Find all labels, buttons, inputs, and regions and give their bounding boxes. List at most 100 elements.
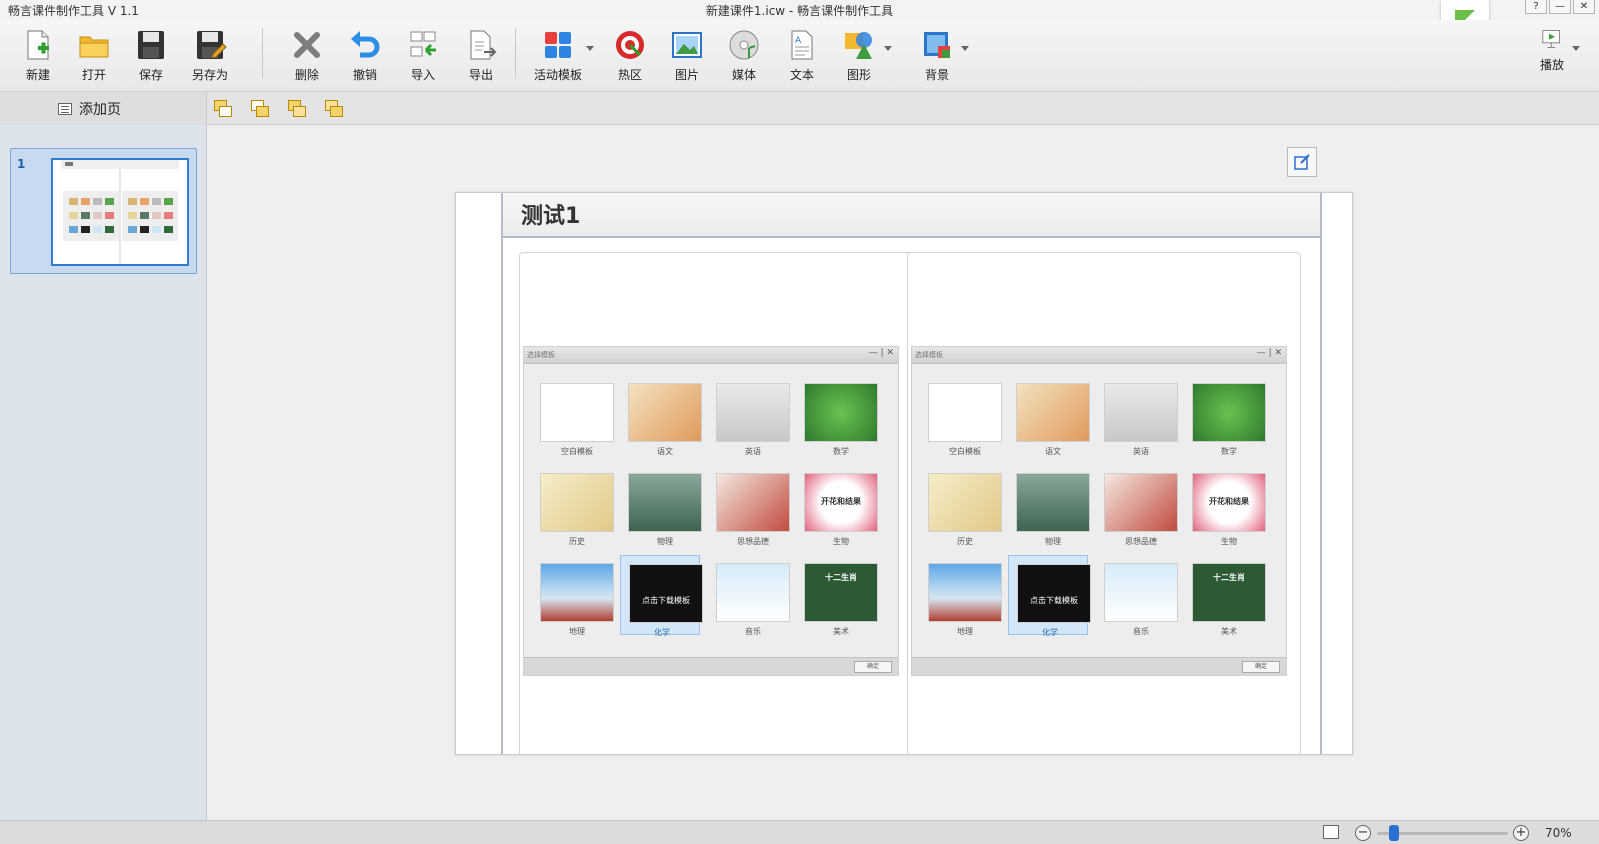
shape-dropdown[interactable]	[884, 46, 892, 51]
screenshot-window-controls: — | ✕	[1256, 348, 1282, 358]
picture-label: 图片	[674, 68, 699, 82]
slide-title[interactable]: 测试1	[521, 198, 580, 230]
text-document-icon: A	[791, 30, 813, 60]
bring-forward-icon[interactable]	[286, 98, 308, 120]
bring-to-front-icon[interactable]	[212, 98, 234, 120]
banner-text: 开花和结果	[1209, 497, 1249, 506]
save-as-icon	[197, 31, 227, 59]
toolbar-divider	[515, 28, 516, 78]
activity-template-dropdown[interactable]	[586, 46, 594, 51]
screenshot-title: 选择模板	[527, 351, 555, 359]
zoom-in-button[interactable]: +	[1513, 825, 1529, 841]
template-screenshot-left: 选择模板 — | ✕ 空白模板 语文 英语 数学 历史 物理 思想品德 开花和结…	[523, 346, 899, 676]
template-tile: 音乐	[1100, 559, 1180, 639]
open-button[interactable]: 打开	[67, 28, 121, 84]
template-tile: 音乐	[712, 559, 792, 639]
undo-label: 撤销	[352, 68, 377, 82]
template-tile: 十二生肖 美术	[1188, 559, 1268, 639]
template-tile: 开花和结果 生物	[800, 469, 880, 549]
slide-header: 测试1	[503, 193, 1320, 238]
delete-label: 删除	[294, 68, 319, 82]
screenshot-ok-button: 确定	[854, 661, 892, 673]
save-as-button[interactable]: 另存为	[183, 28, 237, 84]
save-label: 保存	[138, 68, 163, 82]
template-tile: 开花和结果 生物	[1188, 469, 1268, 549]
slide-page[interactable]: 测试1 选择模板 — | ✕ 空白模板 语文 英语 数学 历史 物理 思想品德 …	[455, 192, 1353, 755]
window-controls: ? — ✕	[1523, 0, 1595, 14]
main-toolbar: 新建 打开 保存 另存为 删除 撤销 导入 导出 活动模板 热区 图片 媒体 A…	[0, 20, 1599, 92]
document-title: 新建课件1.icw - 畅言课件制作工具	[705, 4, 894, 18]
template-tile: 空白模板	[536, 379, 616, 459]
add-page-button[interactable]: 添加页	[58, 99, 121, 119]
export-icon	[470, 30, 497, 60]
media-button[interactable]: 媒体	[717, 28, 771, 84]
slide-content-frame: 测试1 选择模板 — | ✕ 空白模板 语文 英语 数学 历史 物理 思想品德 …	[501, 193, 1322, 754]
page-preview	[51, 158, 189, 266]
hotspot-label: 热区	[617, 68, 642, 82]
delete-button[interactable]: 删除	[280, 28, 334, 84]
template-tile: 空白模板	[924, 379, 1004, 459]
template-tile: 英语	[1100, 379, 1180, 459]
template-tile: 地理	[924, 559, 1004, 639]
background-dropdown[interactable]	[961, 46, 969, 51]
template-grid-icon	[545, 32, 571, 58]
send-backward-icon[interactable]	[323, 98, 345, 120]
activity-template-button[interactable]: 活动模板	[528, 28, 588, 84]
undo-icon	[351, 31, 380, 58]
save-button[interactable]: 保存	[124, 28, 178, 84]
export-button[interactable]: 导出	[454, 28, 508, 84]
new-button[interactable]: 新建	[11, 28, 65, 84]
slide-panel-left[interactable]: 选择模板 — | ✕ 空白模板 语文 英语 数学 历史 物理 思想品德 开花和结…	[519, 252, 913, 754]
template-tile: 物理	[624, 469, 704, 549]
template-tile: 英语	[712, 379, 792, 459]
close-button[interactable]: ✕	[1573, 0, 1595, 14]
page-thumbnail[interactable]: 1	[10, 148, 197, 274]
undo-button[interactable]: 撤销	[338, 28, 392, 84]
new-label: 新建	[25, 68, 50, 82]
play-dropdown[interactable]	[1572, 46, 1580, 51]
view-mode-icon[interactable]	[1323, 825, 1339, 839]
status-bar: − + 70%	[0, 820, 1599, 844]
template-tile: 语文	[1012, 379, 1092, 459]
export-label: 导出	[468, 68, 493, 82]
shape-button[interactable]: 图形	[832, 28, 886, 84]
zodiac-text: 十二生肖	[825, 573, 857, 582]
help-button[interactable]: ?	[1525, 0, 1547, 14]
play-button[interactable]: 播放	[1525, 26, 1579, 82]
zodiac-text: 十二生肖	[1213, 573, 1245, 582]
import-button[interactable]: 导入	[396, 28, 450, 84]
send-to-back-icon[interactable]	[249, 98, 271, 120]
media-label: 媒体	[731, 68, 756, 82]
svg-text:A: A	[795, 36, 802, 46]
zoom-level: 70%	[1545, 826, 1572, 840]
edit-button[interactable]	[1287, 147, 1317, 177]
slide-panel-right[interactable]: 选择模板 — | ✕ 空白模板 语文 英语 数学 历史 物理 思想品德 开花和结…	[907, 252, 1301, 754]
zoom-out-button[interactable]: −	[1355, 825, 1371, 841]
banner-text: 开花和结果	[821, 497, 861, 506]
minimize-button[interactable]: —	[1549, 0, 1571, 14]
screenshot-window-controls: — | ✕	[868, 348, 894, 358]
disc-icon	[729, 30, 759, 60]
template-tile: 语文	[624, 379, 704, 459]
download-template-text: 点击下载模板	[642, 596, 690, 605]
hotspot-button[interactable]: 热区	[603, 28, 657, 84]
template-tile: 数学	[1188, 379, 1268, 459]
text-button[interactable]: A 文本	[775, 28, 829, 84]
picture-button[interactable]: 图片	[660, 28, 714, 84]
page-number: 1	[17, 157, 26, 171]
template-tile: 地理	[536, 559, 616, 639]
background-button[interactable]: 背景	[910, 28, 964, 84]
template-tile: 思想品德	[1100, 469, 1180, 549]
title-bar: 畅言课件制作工具 V 1.1 新建课件1.icw - 畅言课件制作工具 ? — …	[0, 0, 1599, 20]
import-icon	[410, 31, 436, 57]
layer-bar: 添加页	[0, 92, 1599, 125]
template-tile: 历史	[924, 469, 1004, 549]
add-page-label: 添加页	[79, 102, 121, 118]
template-tile-selected: 点击下载模板 化学	[1008, 555, 1091, 637]
zoom-slider-handle[interactable]	[1389, 825, 1400, 841]
activity-template-label: 活动模板	[533, 68, 582, 82]
page-thumbnail-panel: 1	[0, 125, 207, 820]
template-screenshot-right: 选择模板 — | ✕ 空白模板 语文 英语 数学 历史 物理 思想品德 开花和结…	[911, 346, 1287, 676]
download-template-text: 点击下载模板	[1030, 596, 1078, 605]
template-tile: 十二生肖 美术	[800, 559, 880, 639]
